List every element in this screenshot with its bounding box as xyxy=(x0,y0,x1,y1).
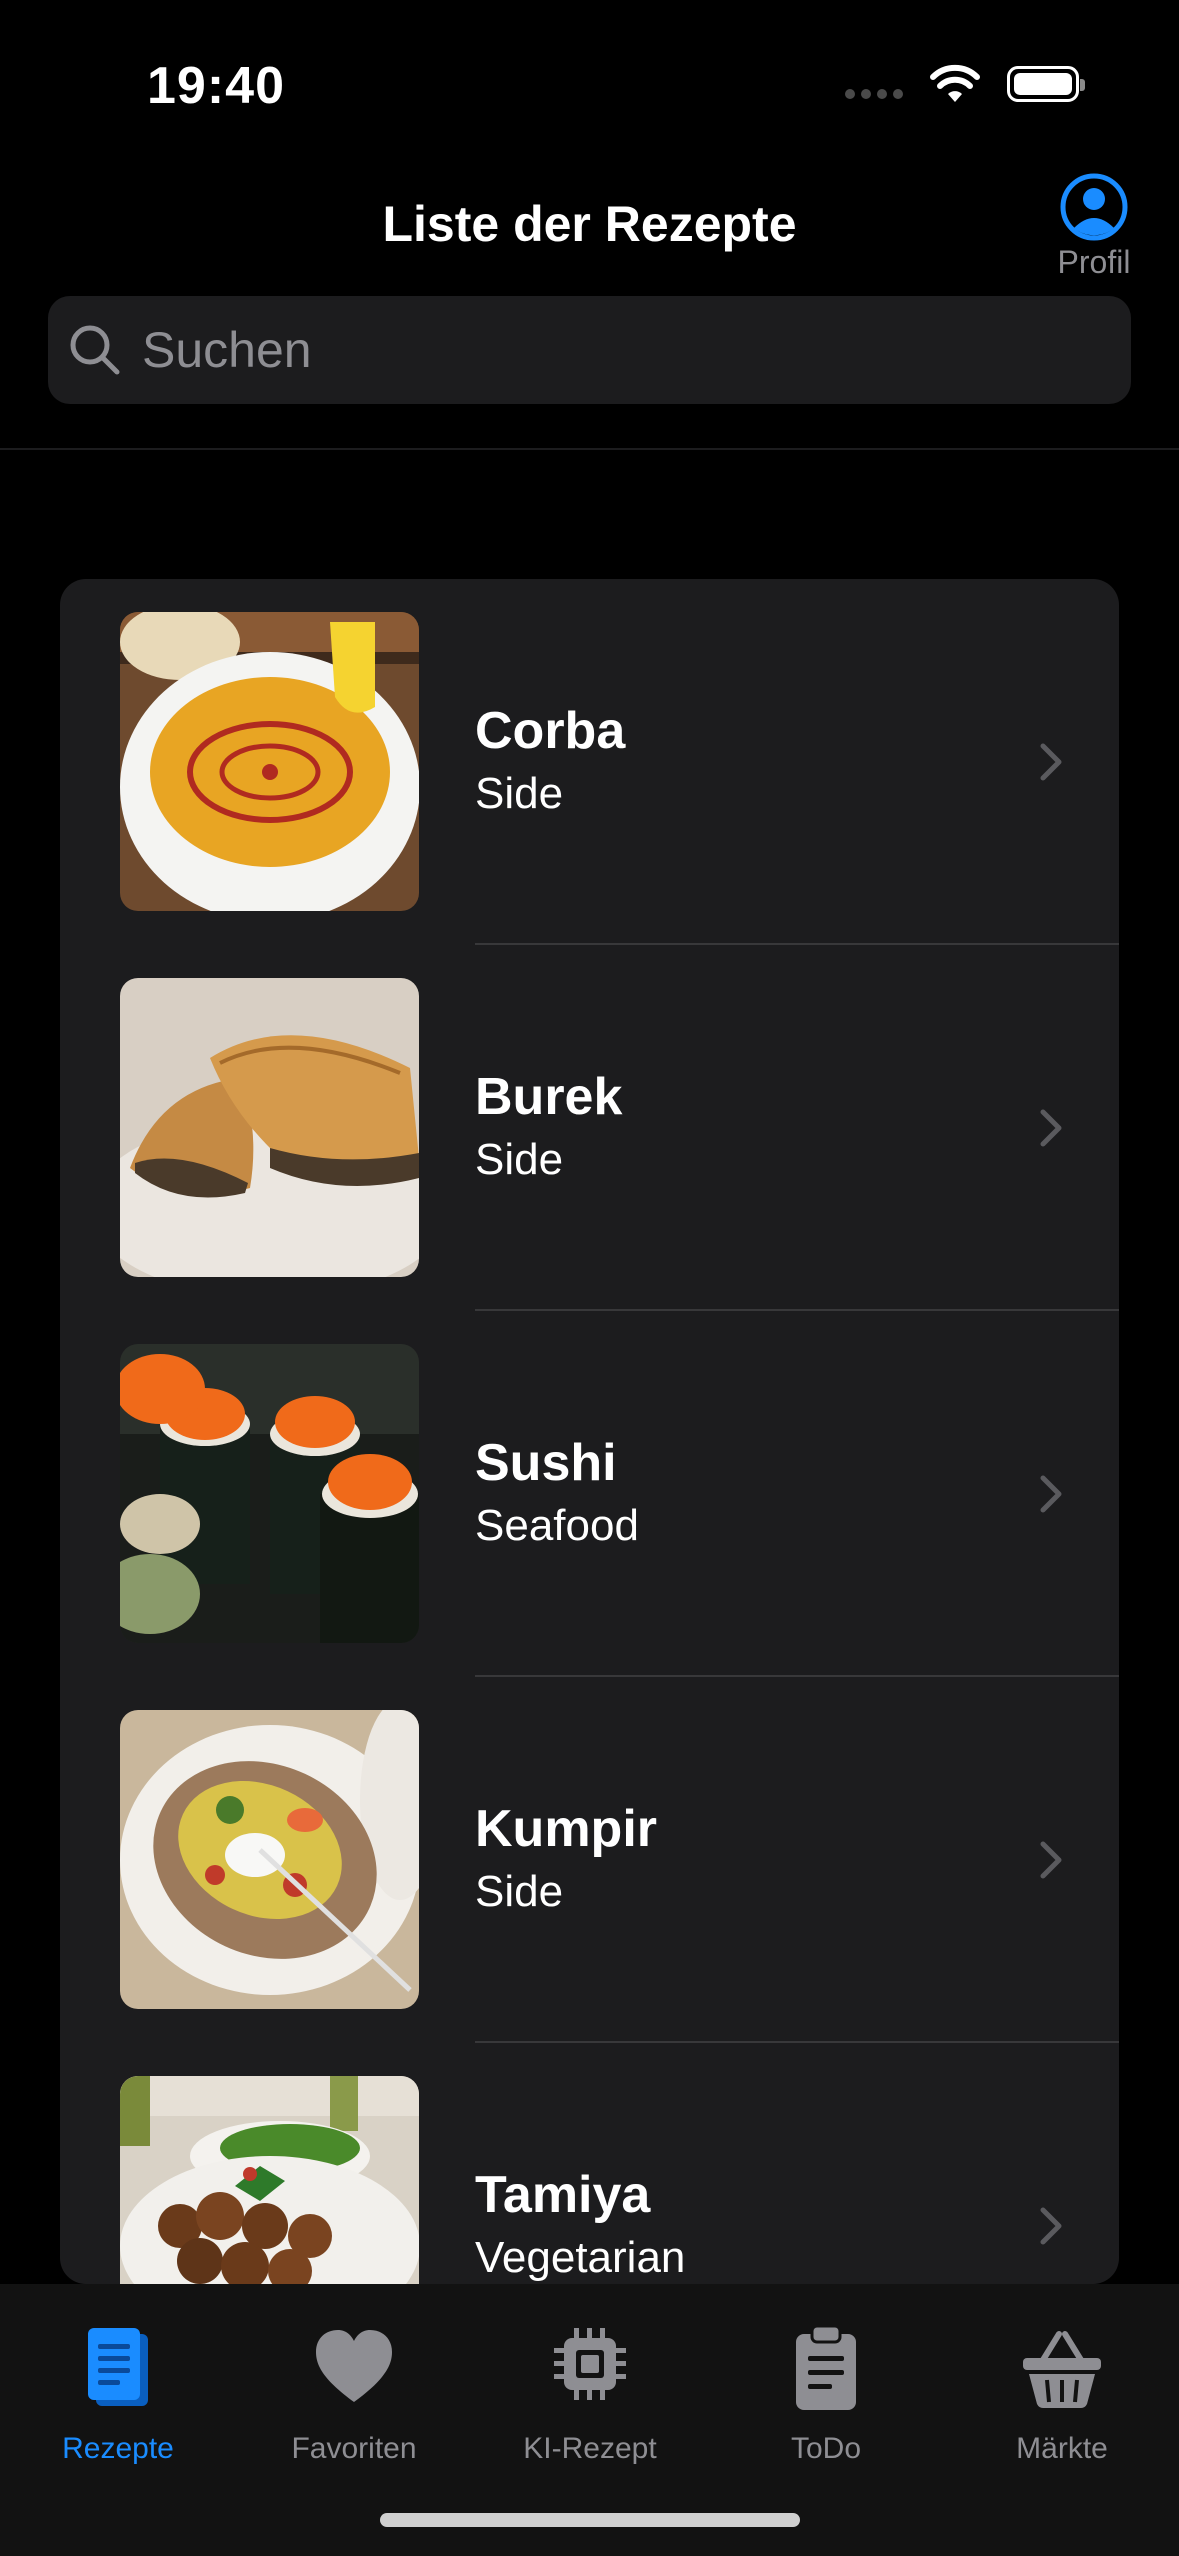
wifi-icon xyxy=(930,64,980,102)
recipe-category: Vegetarian xyxy=(475,2233,686,2282)
status-bar: 19:40 xyxy=(0,0,1179,170)
chevron-right-icon xyxy=(1040,1475,1062,1513)
recipe-category: Seafood xyxy=(475,1501,639,1550)
recipe-image-sushi xyxy=(120,1344,419,1643)
recipe-row-burek[interactable]: Burek Side xyxy=(60,945,1119,1311)
recipe-name: Burek xyxy=(475,1068,623,1126)
profile-button[interactable]: Profil xyxy=(1049,172,1139,281)
recipe-image-kumpir xyxy=(120,1710,419,2009)
recipe-category: Side xyxy=(475,769,564,818)
tab-favoriten[interactable]: Favoriten xyxy=(236,2324,472,2466)
recipe-name: Corba xyxy=(475,702,626,760)
tab-maerkte[interactable]: Märkte xyxy=(944,2324,1179,2466)
tab-label: KI-Rezept xyxy=(523,2432,657,2465)
profile-label: Profil xyxy=(1057,244,1131,280)
recipe-image-corba xyxy=(120,612,419,911)
recipe-category: Side xyxy=(475,1135,564,1184)
cpu-icon xyxy=(554,2328,626,2400)
recipe-row-kumpir[interactable]: Kumpir Side xyxy=(60,1677,1119,2043)
chevron-right-icon xyxy=(1040,743,1062,781)
recipe-name: Sushi xyxy=(475,1434,617,1492)
recipe-image-tamiya xyxy=(120,2076,419,2284)
chevron-right-icon xyxy=(1040,1841,1062,1879)
chevron-right-icon xyxy=(1040,1109,1062,1147)
cellular-signal-icon xyxy=(845,89,903,99)
clipboard-icon xyxy=(796,2324,856,2410)
recipe-row-corba[interactable]: Corba Side xyxy=(60,579,1119,945)
tab-label: Rezepte xyxy=(62,2432,174,2465)
book-icon xyxy=(88,2328,148,2406)
status-icons xyxy=(845,64,1085,104)
battery-icon xyxy=(1007,66,1085,102)
chevron-right-icon xyxy=(1040,2207,1062,2245)
recipe-image-burek xyxy=(120,978,419,1277)
status-time: 19:40 xyxy=(147,57,285,115)
tab-ki-rezept[interactable]: KI-Rezept xyxy=(472,2324,708,2466)
basket-icon xyxy=(1023,2331,1101,2408)
search-input[interactable] xyxy=(140,320,1044,380)
recipe-category: Side xyxy=(475,1867,564,1916)
search-icon xyxy=(70,325,120,375)
tab-label: Märkte xyxy=(1016,2432,1108,2465)
recipe-name: Kumpir xyxy=(475,1800,657,1858)
heart-icon xyxy=(316,2330,392,2402)
tab-label: ToDo xyxy=(790,2432,862,2465)
home-indicator[interactable] xyxy=(380,2513,800,2527)
recipe-row-sushi[interactable]: Sushi Seafood xyxy=(60,1311,1119,1677)
search-bar[interactable] xyxy=(48,296,1131,404)
nav-divider xyxy=(0,448,1179,450)
page-title: Liste der Rezepte xyxy=(382,196,797,252)
recipe-list: Corba Side Burek Side Sushi Seafood Kump… xyxy=(60,579,1119,2284)
tab-todo[interactable]: ToDo xyxy=(708,2324,944,2466)
tab-rezepte[interactable]: Rezepte xyxy=(0,2324,236,2466)
recipe-name: Tamiya xyxy=(475,2166,651,2224)
recipe-row-tamiya[interactable]: Tamiya Vegetarian xyxy=(60,2043,1119,2284)
person-circle-icon xyxy=(1060,173,1128,241)
tab-label: Favoriten xyxy=(291,2432,417,2465)
